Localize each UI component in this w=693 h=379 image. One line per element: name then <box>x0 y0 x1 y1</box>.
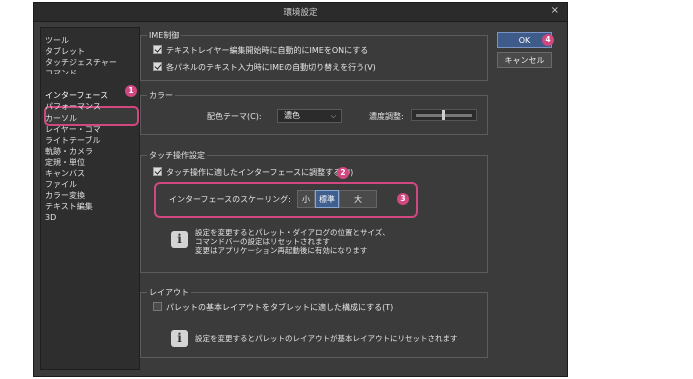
info-icon: i <box>171 330 188 347</box>
sidebar-item-color-conversion[interactable]: カラー変換 <box>45 190 85 201</box>
badge-3: 3 <box>397 193 409 205</box>
sidebar-item-performance[interactable]: パフォーマンス <box>45 101 101 112</box>
color-group: カラー 配色テーマ(C): 濃色 ⌵ 濃度調整: <box>140 90 488 135</box>
checkbox-icon[interactable] <box>153 302 162 311</box>
touch-group: タッチ操作設定 タッチ操作に適したインターフェースに調整する(U) 2 インター… <box>140 150 488 273</box>
theme-label: 配色テーマ(C): <box>207 112 262 121</box>
scaling-standard-button[interactable]: 標準 <box>315 190 339 208</box>
layout-group: レイアウト パレットの基本レイアウトをタブレットに適した構成にする(T) i 設… <box>140 287 488 358</box>
sidebar-item-3d[interactable]: 3D <box>45 212 56 223</box>
ime-option-auto-on[interactable]: テキストレイヤー編集開始時に自動的にIMEをONにする <box>153 45 368 56</box>
badge-4: 4 <box>542 34 554 46</box>
preferences-dialog: 環境設定 × ツール タブレット タッチジェスチャー コマンド インターフェース… <box>33 2 568 377</box>
category-sidebar: ツール タブレット タッチジェスチャー コマンド インターフェース パフォーマン… <box>40 27 140 370</box>
layout-tablet-label: パレットの基本レイアウトをタブレットに適した構成にする(T) <box>166 303 394 312</box>
chevron-down-icon: ⌵ <box>330 112 336 120</box>
theme-select-value: 濃色 <box>284 111 300 120</box>
close-icon[interactable]: × <box>551 5 559 16</box>
scaling-label: インターフェースのスケーリング: <box>169 195 291 204</box>
sidebar-item-light-table[interactable]: ライトテーブル <box>45 135 101 146</box>
ime-group-label: IME制御 <box>147 30 182 41</box>
touch-info-line-3: 変更はアプリケーション再起動後に有効になります <box>195 246 368 255</box>
ime-option-auto-switch[interactable]: 各パネルのテキスト入力時にIMEの自動切り替えを行う(V) <box>153 62 376 73</box>
title-bar: 環境設定 × <box>34 3 567 22</box>
density-label: 濃度調整: <box>369 112 404 121</box>
density-slider[interactable] <box>411 109 477 121</box>
layout-info-text: 設定を変更するとパレットのレイアウトが基本レイアウトにリセットされます <box>195 334 458 343</box>
slider-thumb[interactable] <box>442 110 445 120</box>
checkbox-icon[interactable] <box>153 167 162 176</box>
color-group-label: カラー <box>147 90 175 101</box>
sidebar-item-ruler-unit[interactable]: 定規・単位 <box>45 157 85 168</box>
touch-info-line-2: コマンドバーの設定はリセットされます <box>195 237 330 246</box>
sidebar-item-file[interactable]: ファイル <box>45 179 77 190</box>
sidebar-item-tablet[interactable]: タブレット <box>45 46 85 57</box>
checkbox-icon[interactable] <box>153 45 162 54</box>
theme-select[interactable]: 濃色 ⌵ <box>277 109 342 123</box>
touch-group-label: タッチ操作設定 <box>147 150 207 161</box>
sidebar-item-text-edit[interactable]: テキスト編集 <box>45 201 93 212</box>
info-icon: i <box>171 231 188 248</box>
ime-option-auto-on-label: テキストレイヤー編集開始時に自動的にIMEをONにする <box>166 46 369 55</box>
sidebar-item-trajectory-camera[interactable]: 軌跡・カメラ <box>45 146 93 157</box>
badge-2: 2 <box>337 167 349 179</box>
sidebar-item-tool[interactable]: ツール <box>45 35 69 46</box>
ime-group: IME制御 テキストレイヤー編集開始時に自動的にIMEをONにする 各パネルのテ… <box>140 30 488 81</box>
cancel-button[interactable]: キャンセル <box>497 52 552 68</box>
touch-info-line-1: 設定を変更するとパレット・ダイアログの位置とサイズ、 <box>195 228 390 237</box>
sidebar-item-touch-gesture[interactable]: タッチジェスチャー <box>45 57 117 68</box>
scaling-large-button[interactable]: 大 <box>339 190 377 208</box>
sidebar-item-interface[interactable]: インターフェース <box>45 90 108 101</box>
sidebar-item-layer-frame[interactable]: レイヤー・コマ <box>45 124 101 135</box>
badge-1: 1 <box>125 85 137 97</box>
window-title: 環境設定 <box>283 8 318 18</box>
sidebar-item-cursor[interactable]: カーソル <box>45 113 77 124</box>
checkbox-icon[interactable] <box>153 62 162 71</box>
touch-adjust-label: タッチ操作に適したインターフェースに調整する(U) <box>166 168 354 177</box>
sidebar-item-canvas[interactable]: キャンバス <box>45 168 85 179</box>
touch-adjust-option[interactable]: タッチ操作に適したインターフェースに調整する(U) <box>153 167 353 178</box>
layout-group-label: レイアウト <box>147 287 191 298</box>
layout-tablet-option[interactable]: パレットの基本レイアウトをタブレットに適した構成にする(T) <box>153 302 393 313</box>
scaling-small-button[interactable]: 小 <box>297 190 315 208</box>
sidebar-item-command[interactable]: コマンド <box>45 68 77 74</box>
ime-option-auto-switch-label: 各パネルのテキスト入力時にIMEの自動切り替えを行う(V) <box>166 63 376 72</box>
